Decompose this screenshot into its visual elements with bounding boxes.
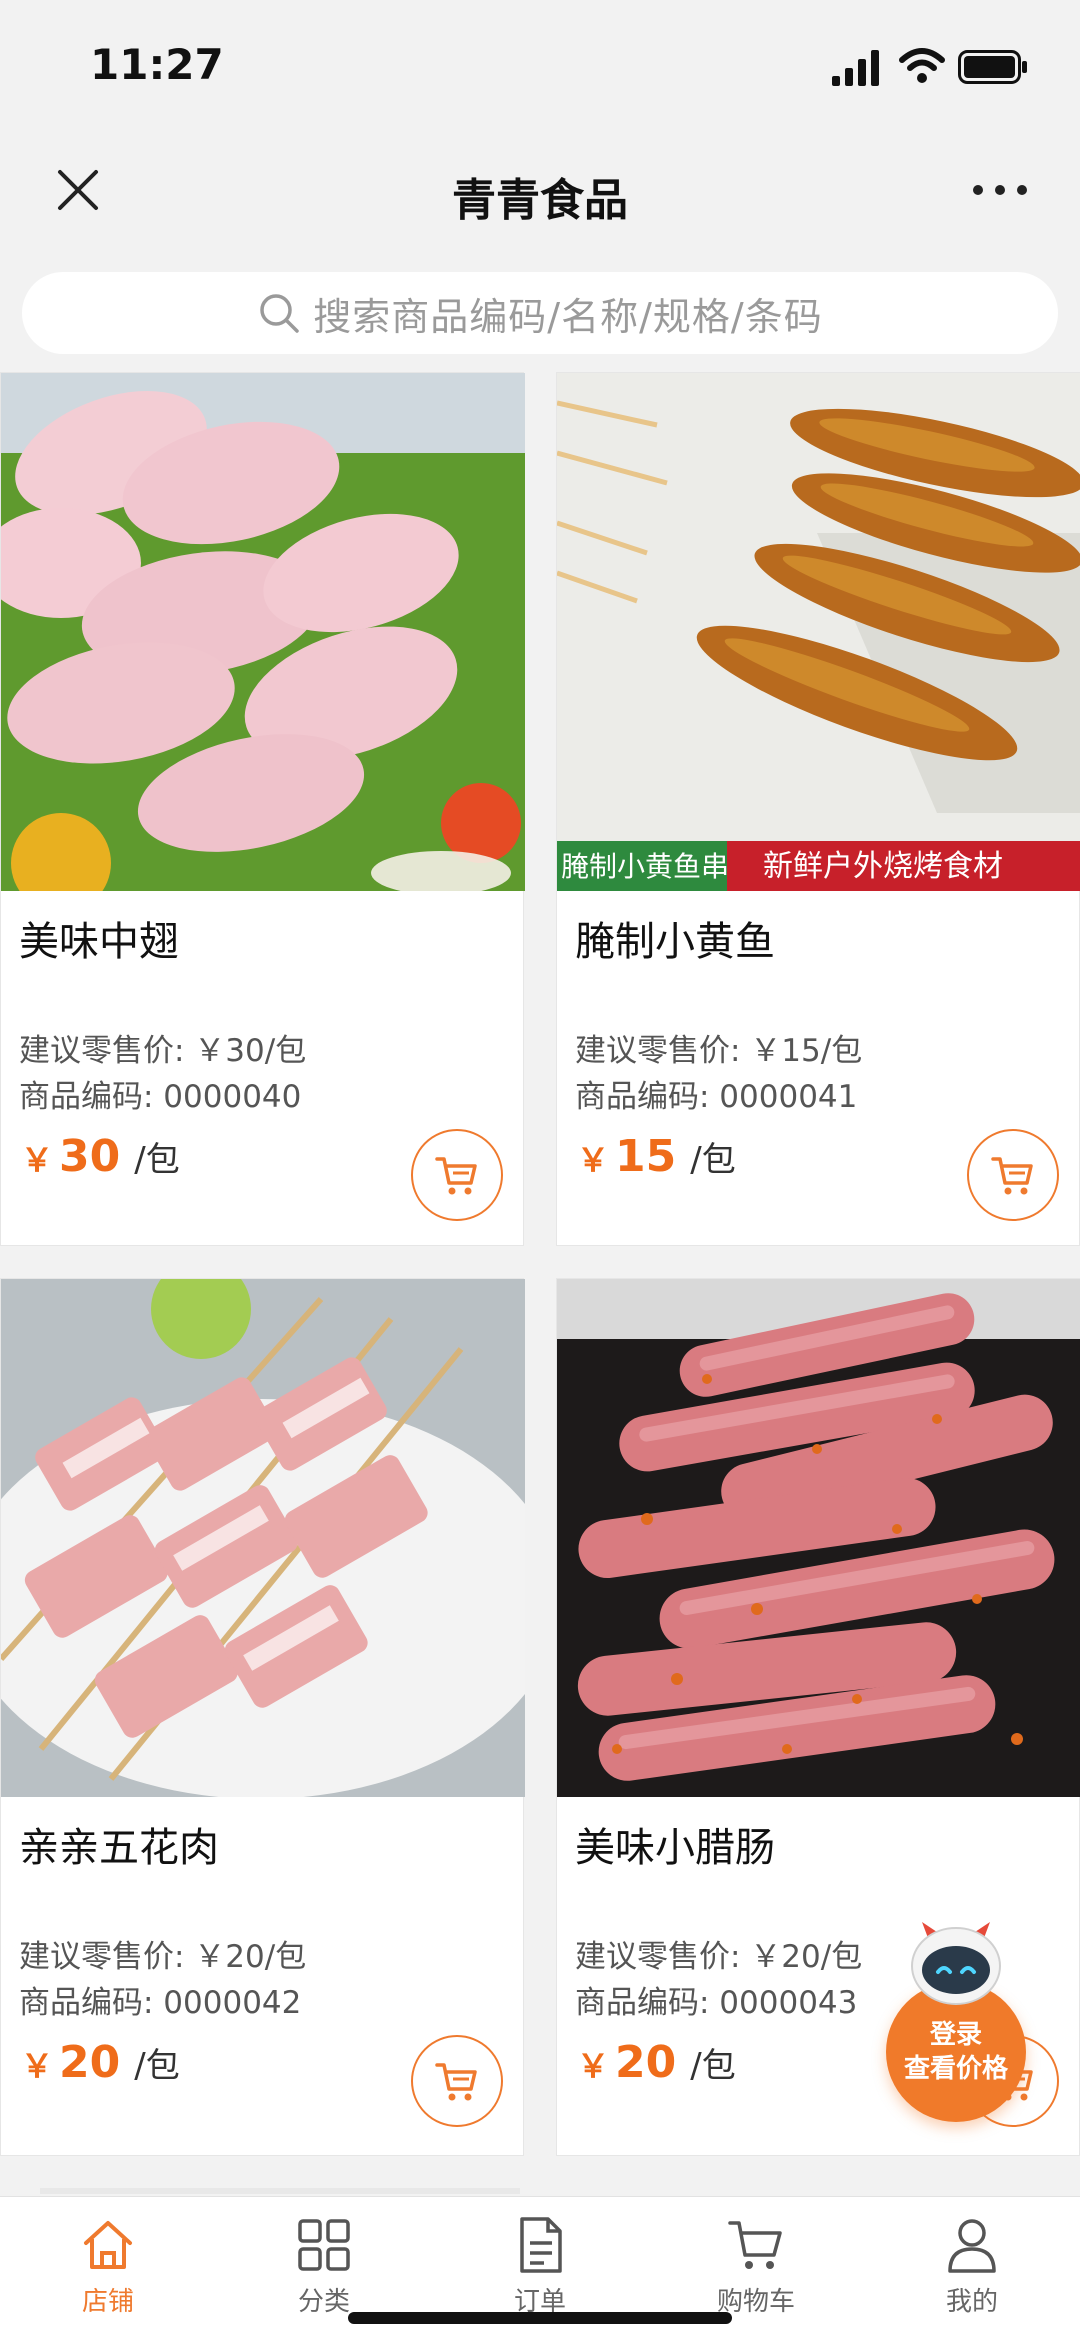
product-price: ￥ 20 /包 — [21, 2037, 180, 2088]
product-code: 商品编码: 0000042 — [19, 1985, 302, 2021]
product-code: 商品编码: 0000041 — [575, 1079, 858, 1115]
cart-icon — [728, 2221, 782, 2269]
tab-store[interactable]: 店铺 — [38, 2215, 178, 2325]
retail-price: 建议零售价: ￥30/包 — [19, 1033, 307, 1069]
product-card[interactable]: 亲亲五花肉 建议零售价: ￥20/包 商品编码: 0000042 ￥ 20 /包 — [0, 1278, 525, 2156]
price-unit: /包 — [690, 1140, 736, 1180]
search-input[interactable]: 搜索商品编码/名称/规格/条码 — [22, 272, 1058, 354]
product-name: 美味小腊肠 — [575, 1825, 775, 1871]
product-code: 商品编码: 0000040 — [19, 1079, 302, 1115]
tab-category[interactable]: 分类 — [254, 2215, 394, 2325]
image-banner-left: 腌制小黄鱼串 — [561, 850, 729, 883]
search-placeholder: 搜索商品编码/名称/规格/条码 — [313, 294, 823, 339]
user-icon — [948, 2219, 996, 2273]
price-value: 20 — [615, 2037, 677, 2088]
tab-profile[interactable]: 我的 — [902, 2215, 1042, 2325]
status-time: 11:27 — [90, 40, 224, 89]
currency-symbol: ￥ — [21, 1141, 54, 1179]
cart-icon — [991, 1157, 1033, 1195]
signal-icon — [832, 50, 879, 86]
scroll-indicator — [40, 2188, 520, 2194]
login-float[interactable]: 登录 查看价格 — [886, 1920, 1026, 2122]
product-card[interactable]: 腌制小黄鱼串 新鲜户外烧烤食材 腌制小黄鱼 建议零售价: ￥15/包 商品编码:… — [556, 372, 1080, 1246]
price-unit: /包 — [134, 1140, 180, 1180]
add-to-cart-button[interactable] — [411, 1129, 503, 1221]
product-name: 美味中翅 — [19, 919, 179, 965]
price-unit: /包 — [690, 2046, 736, 2086]
product-name: 亲亲五花肉 — [19, 1825, 219, 1871]
retail-price: 建议零售价: ￥20/包 — [19, 1939, 307, 1975]
tab-cart[interactable]: 购物车 — [686, 2215, 826, 2325]
price-unit: /包 — [134, 2046, 180, 2086]
tab-label: 店铺 — [81, 2287, 134, 2317]
retail-price: 建议零售价: ￥20/包 — [575, 1939, 863, 1975]
page-title: 青青食品 — [452, 175, 628, 226]
cart-icon — [435, 2063, 477, 2101]
product-price: ￥ 15 /包 — [577, 1131, 736, 1182]
product-name: 腌制小黄鱼 — [575, 919, 775, 965]
store-icon — [84, 2221, 132, 2269]
product-code: 商品编码: 0000043 — [575, 1985, 858, 2021]
robot-icon — [911, 1922, 1001, 2005]
product-image-chicken-wings — [1, 373, 525, 891]
tab-label: 我的 — [945, 2287, 998, 2317]
tab-label: 分类 — [297, 2287, 350, 2317]
image-banner-right: 新鲜户外烧烤食材 — [763, 849, 1003, 884]
battery-icon — [958, 50, 1027, 84]
cart-icon — [435, 1157, 477, 1195]
status-bar: 11:27 — [0, 0, 1080, 140]
grid-icon — [298, 2219, 350, 2271]
search-icon — [260, 294, 300, 333]
nav-bar: 青青食品 — [0, 140, 1080, 240]
product-price: ￥ 30 /包 — [21, 1131, 180, 1182]
product-price: ￥ 20 /包 — [577, 2037, 736, 2088]
currency-symbol: ￥ — [577, 1141, 610, 1179]
wifi-icon — [899, 48, 945, 83]
retail-price: 建议零售价: ￥15/包 — [575, 1033, 863, 1069]
price-value: 20 — [59, 2037, 121, 2088]
product-card[interactable]: 美味中翅 建议零售价: ￥30/包 商品编码: 0000040 ￥ 30 /包 — [0, 372, 525, 1246]
tab-orders[interactable]: 订单 — [470, 2215, 610, 2325]
view-price-label: 查看价格 — [903, 2054, 1008, 2084]
login-label: 登录 — [929, 2020, 982, 2050]
currency-symbol: ￥ — [21, 2047, 54, 2085]
more-icon[interactable] — [968, 170, 1032, 210]
currency-symbol: ￥ — [577, 2047, 610, 2085]
product-image-sausage — [557, 1279, 1080, 1797]
product-image-pork-belly-skewers — [1, 1279, 525, 1797]
add-to-cart-button[interactable] — [967, 1129, 1059, 1221]
price-value: 30 — [59, 1131, 121, 1182]
add-to-cart-button[interactable] — [411, 2035, 503, 2127]
order-icon — [520, 2217, 562, 2273]
product-image-yellow-croaker: 腌制小黄鱼串 新鲜户外烧烤食材 — [557, 373, 1080, 891]
home-indicator — [348, 2312, 732, 2324]
price-value: 15 — [615, 1131, 677, 1182]
